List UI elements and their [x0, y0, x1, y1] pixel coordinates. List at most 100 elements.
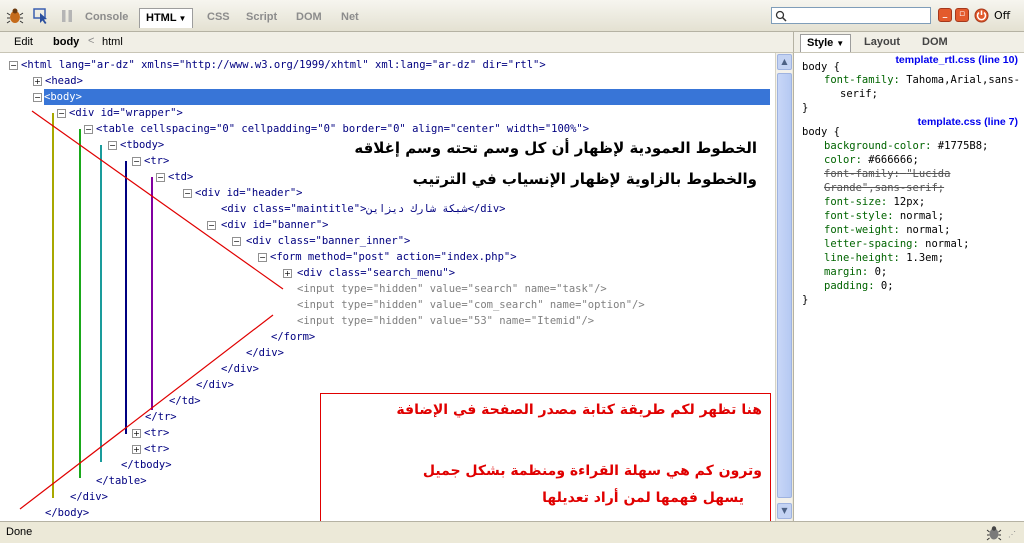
tree-node-tr[interactable]: <tr>	[144, 441, 169, 457]
tab-style-label: Style	[807, 37, 834, 49]
tree-node-close-form[interactable]: </form>	[271, 329, 315, 345]
tree-node-td[interactable]: <td>	[168, 169, 193, 185]
callout-text: هنا تظهر لكم طريقة كتابة مصدر الصفحة في …	[396, 402, 762, 418]
collapse-icon[interactable]: −	[232, 237, 241, 246]
firebug-bug-icon[interactable]	[986, 525, 1002, 541]
tree-node-close-tbody[interactable]: </tbody>	[121, 457, 172, 473]
scrollbar-thumb[interactable]	[777, 73, 792, 498]
css-property[interactable]: font-size: 12px;	[824, 195, 925, 209]
css-property[interactable]: serif;	[840, 87, 878, 101]
tree-node-input-option[interactable]: <input type="hidden" value="com_search" …	[297, 297, 645, 313]
css-property-overridden[interactable]: Grande",sans-serif;	[824, 181, 944, 195]
tree-node-tr[interactable]: <tr>	[144, 425, 169, 441]
search-input[interactable]	[771, 7, 931, 24]
minimize-icon[interactable]: _	[938, 8, 952, 22]
tree-node-input-task[interactable]: <input type="hidden" value="search" name…	[297, 281, 607, 297]
collapse-icon[interactable]: −	[9, 61, 18, 70]
detach-icon[interactable]: ▫	[955, 8, 969, 22]
tree-node-div-banner-inner[interactable]: <div class="banner_inner">	[246, 233, 410, 249]
css-property[interactable]: color: #666666;	[824, 153, 919, 167]
tree-node-close-div[interactable]: </div>	[70, 489, 108, 505]
tree-node-div-maintitle[interactable]: <div class="maintitle">شبكة شارك ديزاين<…	[221, 201, 506, 217]
tree-node-table[interactable]: <table cellspacing="0" cellpadding="0" b…	[96, 121, 589, 137]
annotation-text: والخطوط بالزاوية لإظهار الإنسياب في التر…	[412, 170, 757, 188]
tab-console[interactable]: Console	[79, 8, 134, 28]
tree-node-tbody[interactable]: <tbody>	[120, 137, 164, 153]
collapse-icon[interactable]: −	[258, 253, 267, 262]
css-property-overridden[interactable]: font-family: "Lucida	[824, 167, 950, 181]
tree-node-body[interactable]: <body>	[44, 89, 770, 105]
inspect-icon[interactable]	[32, 7, 50, 25]
tree-scrollbar[interactable]: ▲ ▼	[775, 53, 792, 521]
css-property[interactable]: font-family: Tahoma,Arial,sans-	[824, 73, 1020, 87]
edit-button[interactable]: Edit	[14, 36, 33, 48]
tab-dom[interactable]: DOM	[916, 34, 954, 52]
status-bar: Done ⋰	[0, 521, 1024, 543]
expand-icon[interactable]: +	[33, 77, 42, 86]
expand-icon[interactable]: +	[132, 445, 141, 454]
collapse-icon[interactable]: −	[84, 125, 93, 134]
collapse-icon[interactable]: −	[207, 221, 216, 230]
tree-node-div-banner[interactable]: <div id="banner">	[221, 217, 328, 233]
collapse-icon[interactable]: −	[132, 157, 141, 166]
tree-node-close-body[interactable]: </body>	[45, 505, 89, 521]
tab-net[interactable]: Net	[335, 8, 365, 28]
tree-node-head[interactable]: <head>	[45, 73, 83, 89]
tree-node-tr[interactable]: <tr>	[144, 153, 169, 169]
pause-icon[interactable]	[58, 7, 76, 25]
collapse-icon[interactable]: −	[183, 189, 192, 198]
tree-node-div-header[interactable]: <div id="header">	[195, 185, 302, 201]
off-label[interactable]: Off	[994, 9, 1010, 22]
tree-node-close-div[interactable]: </div>	[246, 345, 284, 361]
css-rule-close: }	[802, 294, 809, 306]
tree-node-close-table[interactable]: </table>	[96, 473, 147, 489]
css-source-link[interactable]: template.css (line 7)	[918, 115, 1018, 129]
tree-node-close-div[interactable]: </div>	[221, 361, 259, 377]
breadcrumb: Edit body < html	[0, 32, 793, 53]
css-property[interactable]: padding: 0;	[824, 279, 894, 293]
css-property[interactable]: background-color: #1775B8;	[824, 139, 988, 153]
tab-html-label: HTML	[146, 12, 177, 24]
tab-css[interactable]: CSS	[201, 8, 236, 28]
firebug-bug-icon[interactable]	[6, 7, 24, 25]
tree-node-div-wrapper[interactable]: <div id="wrapper">	[69, 105, 183, 121]
resize-grip-icon[interactable]: ⋰	[1008, 530, 1016, 539]
css-rule-close: }	[802, 102, 809, 114]
scroll-up-icon[interactable]: ▲	[777, 54, 792, 70]
css-property[interactable]: line-height: 1.3em;	[824, 251, 944, 265]
css-source-link[interactable]: template_rtl.css (line 10)	[895, 53, 1018, 67]
css-property[interactable]: margin: 0;	[824, 265, 887, 279]
tree-node-html[interactable]: <html lang="ar-dz" xmlns="http://www.w3.…	[21, 57, 546, 73]
breadcrumb-item-html[interactable]: html	[102, 36, 123, 48]
expand-icon[interactable]: +	[283, 269, 292, 278]
expand-icon[interactable]: +	[132, 429, 141, 438]
tab-script[interactable]: Script	[240, 8, 283, 28]
tree-node-close-td[interactable]: </td>	[169, 393, 201, 409]
collapse-icon[interactable]: −	[156, 173, 165, 182]
callout-text: يسهل فهمها لمن أراد تعديلها	[542, 490, 744, 506]
collapse-icon[interactable]: −	[33, 93, 42, 102]
tree-node-close-tr[interactable]: </tr>	[145, 409, 177, 425]
breadcrumb-item-body[interactable]: body	[53, 36, 79, 48]
html-tree-panel: − <html lang="ar-dz" xmlns="http://www.w…	[0, 53, 775, 521]
tab-html[interactable]: HTML ▼	[139, 8, 194, 28]
tree-node-close-div[interactable]: </div>	[196, 377, 234, 393]
tab-style[interactable]: Style ▼	[800, 34, 852, 52]
collapse-icon[interactable]: −	[57, 109, 66, 118]
css-property[interactable]: font-style: normal;	[824, 209, 944, 223]
css-property[interactable]: letter-spacing: normal;	[824, 237, 969, 251]
scroll-down-icon[interactable]: ▼	[777, 503, 792, 519]
annotation-callout-box: هنا تظهر لكم طريقة كتابة مصدر الصفحة في …	[320, 393, 771, 521]
css-property[interactable]: font-weight: normal;	[824, 223, 950, 237]
close-icon[interactable]	[974, 8, 989, 23]
css-selector: body {	[802, 61, 840, 73]
tab-dom[interactable]: DOM	[290, 8, 328, 28]
breadcrumb-separator: <	[88, 35, 95, 47]
tab-layout[interactable]: Layout	[858, 34, 906, 52]
collapse-icon[interactable]: −	[108, 141, 117, 150]
side-panel-tabs: Style ▼ Layout DOM	[793, 32, 1024, 53]
tree-node-div-search-menu[interactable]: <div class="search_menu">	[297, 265, 455, 281]
tree-node-input-itemid[interactable]: <input type="hidden" value="53" name="It…	[297, 313, 594, 329]
tree-node-form[interactable]: <form method="post" action="index.php">	[270, 249, 517, 265]
css-selector: body {	[802, 126, 840, 138]
